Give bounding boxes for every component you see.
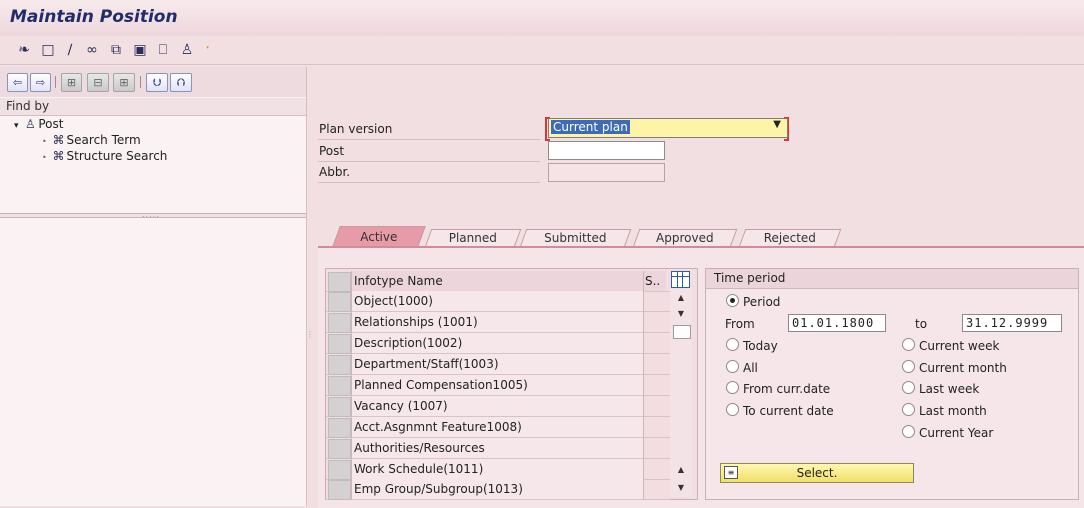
post-input[interactable] [548, 141, 665, 160]
today-radio[interactable]: Today [726, 338, 778, 353]
display-icon[interactable]: ∞ [82, 40, 102, 60]
current-month-radio[interactable]: Current month [902, 360, 1007, 375]
change-icon[interactable]: ∕ [60, 40, 80, 60]
current-week-radio[interactable]: Current week [902, 338, 999, 353]
expand-icon[interactable]: ⊞ [61, 73, 82, 92]
scroll-up-icon[interactable]: ▲ [672, 291, 690, 305]
table-row[interactable]: Emp Group/Subgroup(1013) [326, 479, 670, 500]
select-button[interactable]: ≡ Select. [720, 463, 914, 483]
table-row[interactable]: Acct.Asgnmnt Feature1008) [326, 417, 670, 438]
from-curr-date-radio[interactable]: From curr.date [726, 381, 830, 396]
plan-version-row: Plan version [318, 119, 540, 140]
tree-node-structure-search[interactable]: • ⌘ Structure Search [42, 149, 167, 165]
from-date-input[interactable]: 01.01.1800 [788, 314, 886, 332]
scroll-down-icon[interactable]: ▼ [672, 307, 690, 321]
chevron-down-icon[interactable]: ▾ [14, 121, 19, 131]
tree-node-post[interactable]: ▾ ♙ Post [14, 117, 63, 133]
current-year-radio[interactable]: Current Year [902, 425, 993, 440]
last-week-radio[interactable]: Last week [902, 381, 979, 396]
create-icon[interactable]: □ [38, 40, 58, 60]
delimit-icon[interactable]: ▣ [130, 40, 150, 60]
table-row[interactable]: Authorities/Resources [326, 438, 670, 459]
page-title: Maintain Position [10, 7, 178, 27]
glasses-icon[interactable]: ❧ [14, 40, 34, 60]
person-icon: ♙ [24, 117, 36, 131]
tree-node-label: Search Term [66, 133, 141, 147]
from-label: From [725, 317, 755, 331]
splitter-handle[interactable]: ⋮ [306, 330, 314, 339]
abbr-label: Abbr. [319, 165, 351, 179]
to-current-date-radio[interactable]: To current date [726, 403, 834, 418]
period-radio[interactable]: Period [726, 294, 780, 309]
table-settings-icon[interactable] [671, 271, 690, 288]
find-by-header: Find by [0, 98, 306, 116]
table-row[interactable]: Object(1000) [326, 291, 670, 312]
chevron-down-icon[interactable]: ▼ [773, 119, 781, 130]
tree-node-label: Post [38, 117, 64, 131]
tab-approved[interactable]: Approved [632, 229, 738, 247]
table-scrollbar[interactable]: ▲ ▼ ▲ ▼ [670, 289, 692, 497]
to-label: to [915, 317, 928, 331]
post-row: Post [318, 141, 540, 162]
all-radio[interactable]: All [726, 360, 758, 375]
tree-node-search-term[interactable]: • ⌘ Search Term [42, 133, 141, 149]
back-arrow-icon[interactable]: ⇦ [7, 73, 28, 92]
table-row[interactable]: Relationships (1001) [326, 312, 670, 333]
select-all-cell[interactable] [328, 272, 351, 292]
object-manager-toolbar: ⇦ ⇨ ⊞ ⊟ ⊞ ⮋ ⮉ [0, 67, 306, 97]
collapse-icon[interactable]: ⊟ [87, 73, 109, 92]
find-by-label: Find by [6, 99, 50, 113]
table-row[interactable]: Work Schedule(1011) [326, 459, 670, 480]
person-icon[interactable]: ♙ [177, 40, 197, 60]
infotype-table: Infotype Name S.. Object(1000) Relations… [325, 268, 698, 500]
copy-icon[interactable]: ⧉ [106, 40, 126, 60]
info-icon[interactable]: ˑ [198, 40, 218, 60]
tab-rejected[interactable]: Rejected [738, 229, 842, 247]
plan-version-value: Current plan [551, 120, 630, 134]
binoculars-icon: ⌘ [52, 149, 65, 163]
plan-version-select[interactable]: Current plan ▼ [548, 118, 788, 138]
column-header-infotype[interactable]: Infotype Name [351, 271, 644, 291]
table-row[interactable]: Description(1002) [326, 333, 670, 354]
application-toolbar: ❧ □ ∕ ∞ ⧉ ▣ ⎕ ♙ ˑ [0, 36, 1084, 65]
binoculars-icon: ⌘ [52, 133, 65, 147]
title-bar: Maintain Position [0, 0, 1084, 36]
scroll-page-down-icon[interactable]: ▼ [672, 481, 690, 495]
object-manager-panel: ⇦ ⇨ ⊞ ⊟ ⊞ ⮋ ⮉ Find by ▾ ♙ Post • ⌘ Search … [0, 67, 307, 506]
table-header-row: Infotype Name S.. [326, 271, 670, 292]
table-row[interactable]: Planned Compensation1005) [326, 375, 670, 396]
panel-splitter[interactable]: ..... [0, 210, 306, 219]
collapse-all-icon[interactable]: ⮉ [170, 73, 192, 92]
expand-all-icon[interactable]: ⮋ [146, 73, 168, 92]
layout-icon[interactable]: ⊞ [113, 73, 135, 92]
tab-active[interactable]: Active [332, 226, 426, 247]
scroll-thumb[interactable] [673, 325, 691, 339]
last-month-radio[interactable]: Last month [902, 403, 987, 418]
tree-node-label: Structure Search [66, 149, 168, 163]
column-header-status[interactable]: S.. [644, 271, 666, 291]
scroll-page-up-icon[interactable]: ▲ [672, 463, 690, 477]
table-row[interactable]: Department/Staff(1003) [326, 354, 670, 375]
post-label: Post [319, 144, 345, 158]
tab-submitted[interactable]: Submitted [519, 229, 632, 247]
abbr-row: Abbr. [318, 162, 540, 183]
delete-icon[interactable]: ⎕ [153, 40, 173, 60]
forward-arrow-icon[interactable]: ⇨ [30, 73, 51, 92]
tab-planned[interactable]: Planned [424, 229, 522, 247]
time-period-title: Time period [714, 271, 786, 285]
plan-version-label: Plan version [319, 122, 393, 136]
to-date-input[interactable]: 31.12.9999 [962, 314, 1062, 332]
table-row[interactable]: Vacancy (1007) [326, 396, 670, 417]
abbr-field [548, 163, 665, 182]
time-period-header: Time period [706, 269, 1078, 289]
